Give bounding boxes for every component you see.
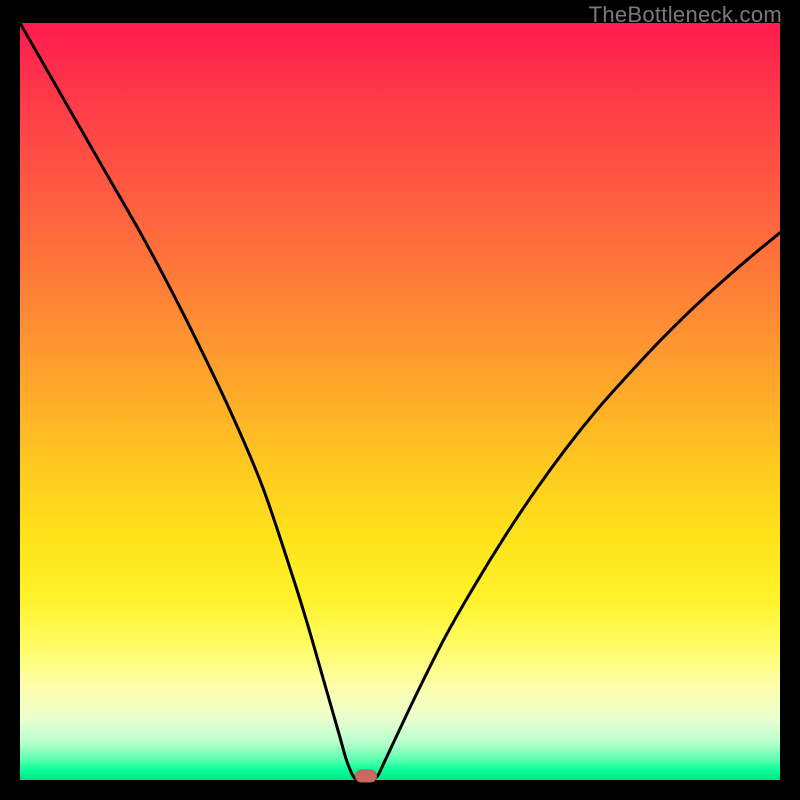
optimum-marker (355, 770, 377, 783)
chart-frame: TheBottleneck.com (0, 0, 800, 800)
plot-area (20, 23, 780, 780)
watermark-label: TheBottleneck.com (589, 2, 782, 28)
curve-svg (20, 23, 780, 780)
bottleneck-curve-path (20, 23, 780, 779)
